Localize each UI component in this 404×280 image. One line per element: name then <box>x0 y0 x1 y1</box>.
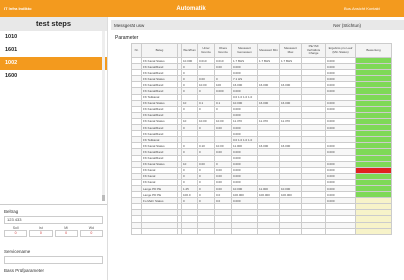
beitrag-label: Beltrag <box>4 209 19 214</box>
parameter-table: Nr. Beleg Wert/Kan Unter Grenze Obere Grenze… <box>131 43 392 235</box>
footer-label: Bass Prüfparameter <box>4 268 45 273</box>
test-step-item[interactable]: 1010 <box>0 31 107 44</box>
beitrag-column: Soll 0 <box>4 226 28 237</box>
column-header: Wert/Kan <box>181 43 198 58</box>
parameter-title: Parameter <box>115 35 139 41</box>
table-cell <box>197 227 215 235</box>
column-header: Ergebnis pro Lauf (Min Status) <box>325 43 356 58</box>
sidebar-scrollbar[interactable] <box>102 31 105 201</box>
column-header: Messwert Max <box>279 43 302 58</box>
column-header: Unter Grenze <box>197 43 215 58</box>
device-label: Messgerät usw <box>114 22 145 28</box>
status-cell <box>355 227 392 235</box>
sidebar: test steps 1010 1601 1002 1600 Beltrag 123 … <box>0 17 108 280</box>
app-title: Automatik <box>176 5 206 12</box>
table-cell <box>257 227 280 235</box>
beitrag-field[interactable]: 123 433 <box>4 216 103 224</box>
column-header: Obere Grenze <box>214 43 232 58</box>
table-cell <box>214 227 232 235</box>
table-cell <box>181 227 198 235</box>
test-steps-title: test steps <box>0 17 107 31</box>
test-step-item[interactable]: 1600 <box>0 70 107 83</box>
column-header: Beleg <box>141 43 178 58</box>
table-cell <box>325 227 356 235</box>
beitrag-column-value[interactable]: 0 <box>79 230 103 237</box>
table-header-row: Nr. Beleg Wert/Kan Unter Grenze Obere Grenze… <box>131 43 392 58</box>
beitrag-grid: Soll 0 Ist 0 Mi 0 Wd 0 <box>4 226 103 237</box>
test-step-item[interactable]: 1601 <box>0 44 107 57</box>
test-steps-list: test steps 1010 1601 1002 1600 <box>0 17 107 205</box>
app-name: IT Infra Indikto <box>4 6 32 11</box>
servicename-field[interactable] <box>4 256 103 264</box>
beitrag-column: Wd 0 <box>79 226 103 237</box>
test-step-item[interactable]: 1002 <box>0 57 107 70</box>
table-row[interactable] <box>131 227 392 235</box>
top-bar: IT Infra Indikto Automatik Bus.Ansicht K… <box>0 0 404 17</box>
beitrag-column: Mi 0 <box>54 226 78 237</box>
beitrag-column-value[interactable]: 0 <box>4 230 28 237</box>
column-header: Messwert Min <box>257 43 280 58</box>
main-panel: Messgerät usw Ner (Stichtun) Parameter N… <box>111 20 404 280</box>
table-cell <box>231 227 258 235</box>
beitrag-column-value[interactable]: 0 <box>29 230 53 237</box>
table-cell <box>301 227 326 235</box>
table-cell <box>131 227 142 235</box>
column-header: Bewertung <box>355 43 392 58</box>
servicename-label: Servicename <box>4 249 31 254</box>
column-header: Messwert Gemessen <box>231 43 258 58</box>
table-cell <box>279 227 302 235</box>
beitrag-column: Ist 0 <box>29 226 53 237</box>
beitrag-column-value[interactable]: 0 <box>54 230 78 237</box>
status-label: Ner (Stichtun) <box>333 22 361 28</box>
main-header: Messgerät usw Ner (Stichtun) <box>111 20 404 30</box>
column-header: PE/ IMI Verhältnis Charge <box>301 43 326 58</box>
column-header: Nr. <box>131 43 142 58</box>
top-right-link[interactable]: Bus.Ansicht Kontakt <box>344 6 404 11</box>
table-cell <box>141 227 178 235</box>
